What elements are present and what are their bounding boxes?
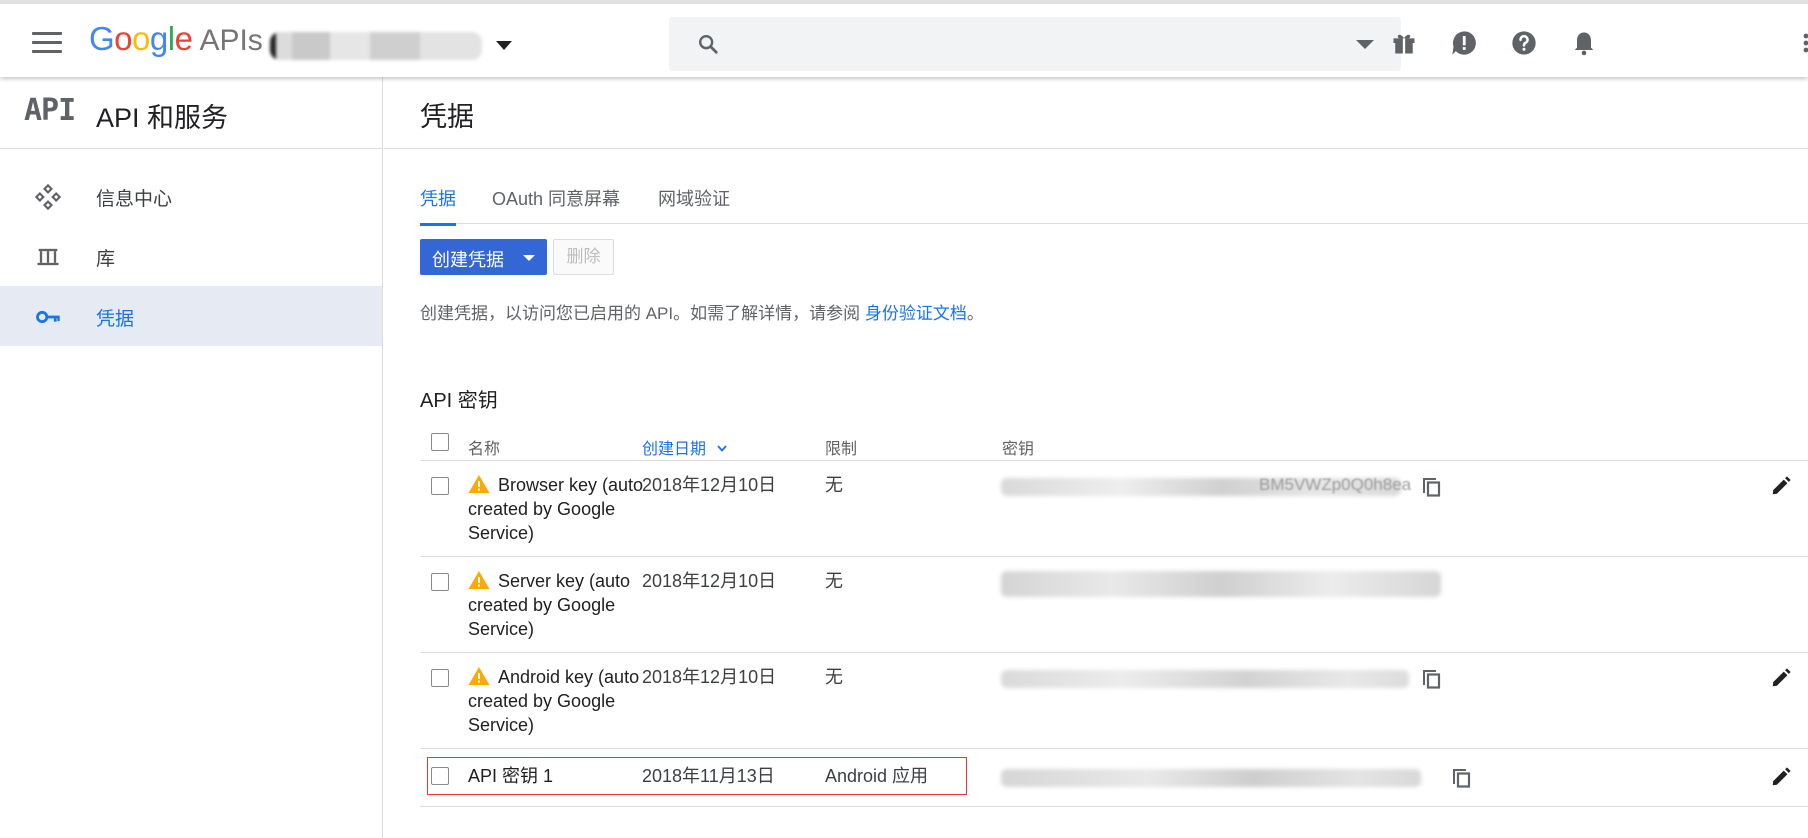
warning-icon [468,475,490,493]
restriction: 无 [825,475,843,495]
delete-button[interactable]: 删除 [553,239,614,275]
api-logo-icon: API [24,93,76,128]
key-name-label: Server key (auto created by Google Servi… [468,571,631,639]
key-name[interactable]: Android key (auto created by Google Serv… [468,665,658,737]
key-name-label: Browser key (auto created by Google Serv… [468,475,644,543]
key-name[interactable]: Server key (auto created by Google Servi… [468,569,658,641]
api-keys-section-title: API 密钥 [420,390,498,412]
select-all-checkbox[interactable] [431,433,449,451]
logo-letter: e [174,20,193,57]
column-restrictions: 限制 [825,441,858,458]
restriction: Android 应用 [825,766,929,786]
edit-icon[interactable] [1770,475,1792,497]
table-row: API 密钥 1 2018年11月13日 Android 应用 [420,749,1808,807]
tab-oauth-consent[interactable]: OAuth 同意屏幕 [492,185,620,223]
edit-icon[interactable] [1770,766,1792,788]
description-text: 创建凭据，以访问您已启用的 API。如需了解详情，请参阅 身份验证文档。 [420,299,984,324]
menu-icon[interactable] [32,32,62,54]
help-icon[interactable] [1510,29,1538,57]
create-credentials-button[interactable]: 创建凭据 [420,239,547,275]
column-key: 密钥 [1002,441,1035,458]
table-header: 名称 创建日期 限制 密钥 [420,421,1808,461]
auth-docs-link[interactable]: 身份验证文档 [865,304,967,323]
more-vert-icon[interactable] [1794,29,1808,57]
sidebar-item-dashboard[interactable]: 信息中心 [0,166,382,226]
column-created-date-label: 创建日期 [642,441,707,458]
logo-letter: l [167,20,175,57]
library-icon [37,248,59,266]
api-keys-table: 名称 创建日期 限制 密钥 Browser key (auto created … [420,421,1808,807]
copy-icon[interactable] [1420,665,1442,689]
key-name[interactable]: API 密钥 1 [468,764,553,788]
dashboard-icon [34,183,62,211]
chevron-down-icon [523,255,535,261]
column-created-date[interactable]: 创建日期 [642,435,728,459]
logo-letter: g [149,20,168,57]
copy-icon[interactable] [1450,764,1472,788]
sidebar-header: API API 和服务 [0,77,382,149]
gift-icon[interactable] [1390,29,1418,57]
project-dropdown-icon[interactable] [496,41,512,50]
sidebar-nav: 信息中心 库 凭据 [0,149,382,346]
warning-icon [468,571,490,589]
key-name[interactable]: Browser key (auto created by Google Serv… [468,473,658,545]
logo-apis-text: APIs [199,24,263,57]
main-content: 凭据 凭据 OAuth 同意屏幕 网域验证 创建凭据 删除 创建凭据，以访问您已… [384,77,1808,838]
notifications-icon[interactable] [1570,29,1598,57]
create-credentials-label: 创建凭据 [432,250,504,270]
table-row: Android key (auto created by Google Serv… [420,653,1808,749]
created-date: 2018年11月13日 [642,766,775,786]
sidebar-item-label: 信息中心 [96,189,173,210]
created-date: 2018年12月10日 [642,667,777,687]
page-title: 凭据 [420,102,474,132]
tab-domain-verification[interactable]: 网域验证 [658,185,730,223]
sidebar-item-library[interactable]: 库 [0,226,382,286]
sidebar-item-label: 库 [96,249,116,270]
sidebar-title: API 和服务 [96,103,229,133]
sidebar-item-credentials[interactable]: 凭据 [0,286,382,346]
logo-letter: G [89,20,115,57]
logo-letter: o [114,20,133,57]
search-bar [669,17,1401,71]
description-body: 创建凭据，以访问您已启用的 API。如需了解详情，请参阅 [420,304,861,323]
feedback-icon[interactable] [1450,29,1478,57]
tab-bar: 凭据 OAuth 同意屏幕 网域验证 [420,179,1808,226]
logo-letter: o [132,20,150,57]
top-bar: Google APIs [0,0,1808,77]
google-apis-logo[interactable]: Google APIs [89,20,263,58]
table-row: Browser key (auto created by Google Serv… [420,461,1808,557]
search-dropdown-icon[interactable] [1356,40,1374,49]
warning-icon [468,667,490,685]
edit-icon[interactable] [1770,667,1792,689]
row-checkbox[interactable] [431,669,449,687]
row-checkbox[interactable] [431,767,449,785]
restriction: 无 [825,667,843,687]
key-name-label: Android key (auto created by Google Serv… [468,667,640,735]
search-input[interactable] [737,27,1337,61]
tab-credentials[interactable]: 凭据 [420,185,456,226]
api-key-value [1001,571,1441,597]
sidebar: API API 和服务 信息中心 库 凭据 [0,77,383,838]
project-selector[interactable] [270,32,482,60]
sort-desc-icon [717,445,728,452]
sidebar-item-label: 凭据 [96,309,135,330]
row-checkbox[interactable] [431,573,449,591]
row-checkbox[interactable] [431,477,449,495]
api-key-value [1001,769,1421,787]
created-date: 2018年12月10日 [642,475,777,495]
restriction: 无 [825,571,843,591]
description-end: 。 [966,304,984,323]
column-name: 名称 [468,441,501,458]
copy-icon[interactable] [1420,473,1442,497]
table-row: Server key (auto created by Google Servi… [420,557,1808,653]
created-date: 2018年12月10日 [642,571,777,591]
api-key-value [1001,670,1409,688]
search-icon[interactable] [697,33,719,55]
page-header: 凭据 [384,77,1808,149]
key-icon [36,310,60,324]
api-key-visible-part: BM5VWZp0Q0h8ea [1259,475,1412,494]
